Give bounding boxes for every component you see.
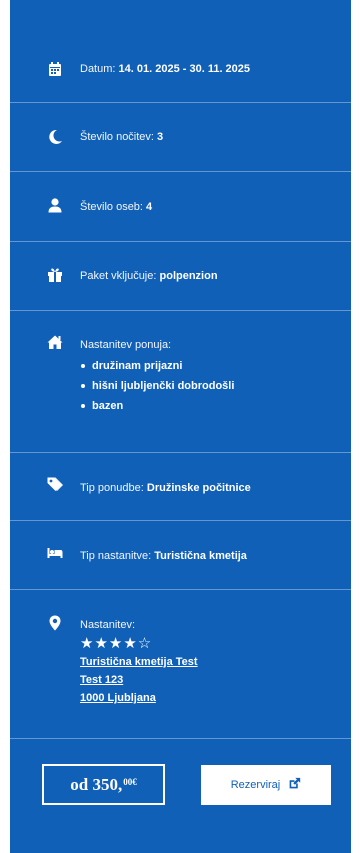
calendar-icon bbox=[47, 61, 63, 77]
price-superscript: 00€ bbox=[123, 777, 137, 787]
accommodation-offer-row: Nastanitev ponuja: družinam prijazni hiš… bbox=[10, 311, 351, 453]
star-rating: ★★★★☆ bbox=[80, 635, 153, 652]
street-link[interactable]: Test 123 bbox=[80, 671, 337, 689]
package-label: Paket vključuje: bbox=[80, 270, 157, 282]
accommodation-type-text: Tip nastanitve: Turistična kmetija bbox=[80, 549, 337, 563]
date-text: Datum: 14. 01. 2025 - 30. 11. 2025 bbox=[80, 62, 337, 76]
offer-type-value: Družinske počitnice bbox=[146, 482, 251, 494]
address-block: Turistična kmetija Test Test 123 1000 Lj… bbox=[80, 653, 337, 707]
price-currency: € bbox=[132, 776, 137, 787]
package-row: Paket vključuje: polpenzion bbox=[10, 242, 351, 311]
accommodation-type-value: Turistična kmetija bbox=[154, 550, 247, 562]
offer-type-row: Tip ponudbe: Družinske počitnice bbox=[10, 453, 351, 521]
persons-text: Število oseb: 4 bbox=[80, 200, 337, 214]
accommodation-type-row: Tip nastanitve: Turistična kmetija bbox=[10, 521, 351, 590]
package-value: polpenzion bbox=[159, 270, 218, 282]
price-cents: 00 bbox=[123, 776, 133, 787]
book-button[interactable]: Rezerviraj bbox=[201, 765, 331, 805]
accommodation-name-link[interactable]: Turistična kmetija Test bbox=[80, 653, 337, 671]
location-label: Nastanitev: bbox=[80, 619, 136, 631]
nights-row: Število nočitev: 3 bbox=[10, 103, 351, 172]
date-label: Datum: bbox=[80, 63, 116, 75]
amenity-item: bazen bbox=[80, 396, 337, 416]
nights-value: 3 bbox=[157, 131, 164, 143]
book-button-label: Rezerviraj bbox=[230, 779, 281, 791]
offer-type-text: Tip ponudbe: Družinske počitnice bbox=[80, 481, 337, 495]
date-value: 14. 01. 2025 - 30. 11. 2025 bbox=[118, 63, 251, 75]
map-marker-icon bbox=[47, 615, 63, 631]
gift-icon bbox=[47, 267, 63, 283]
external-link-icon bbox=[280, 777, 301, 793]
city-link[interactable]: 1000 Ljubljana bbox=[80, 689, 337, 707]
home-icon bbox=[47, 334, 63, 350]
location-text: Nastanitev: ★★★★☆ Turistična kmetija Tes… bbox=[80, 618, 337, 707]
accommodation-offer-label: Nastanitev ponuja: bbox=[80, 339, 172, 351]
location-row: Nastanitev: ★★★★☆ Turistična kmetija Tes… bbox=[10, 590, 351, 739]
persons-row: Število oseb: 4 bbox=[10, 172, 351, 242]
tags-icon bbox=[47, 476, 63, 492]
amenity-item: družinam prijazni bbox=[80, 356, 337, 376]
moon-icon bbox=[47, 129, 63, 145]
booking-details-panel: Datum: 14. 01. 2025 - 30. 11. 2025 Števi… bbox=[10, 0, 351, 853]
nights-label: Število nočitev: bbox=[80, 131, 154, 143]
accommodation-offer-text: Nastanitev ponuja: družinam prijazni hiš… bbox=[80, 338, 337, 416]
user-icon bbox=[47, 197, 63, 213]
nights-text: Število nočitev: 3 bbox=[80, 130, 337, 144]
amenity-item: hišni ljubljenčki dobrodošli bbox=[80, 376, 337, 396]
price-amount: od 350, bbox=[70, 774, 123, 794]
bed-icon bbox=[47, 545, 63, 561]
offer-type-label: Tip ponudbe: bbox=[80, 482, 144, 494]
persons-label: Število oseb: bbox=[80, 201, 143, 213]
accommodation-type-label: Tip nastanitve: bbox=[80, 550, 152, 562]
price-box: od 350, 00€ bbox=[42, 764, 165, 805]
persons-value: 4 bbox=[146, 201, 153, 213]
amenities-list: družinam prijazni hišni ljubljenčki dobr… bbox=[80, 356, 337, 416]
date-row: Datum: 14. 01. 2025 - 30. 11. 2025 bbox=[10, 0, 351, 103]
package-text: Paket vključuje: polpenzion bbox=[80, 269, 337, 283]
